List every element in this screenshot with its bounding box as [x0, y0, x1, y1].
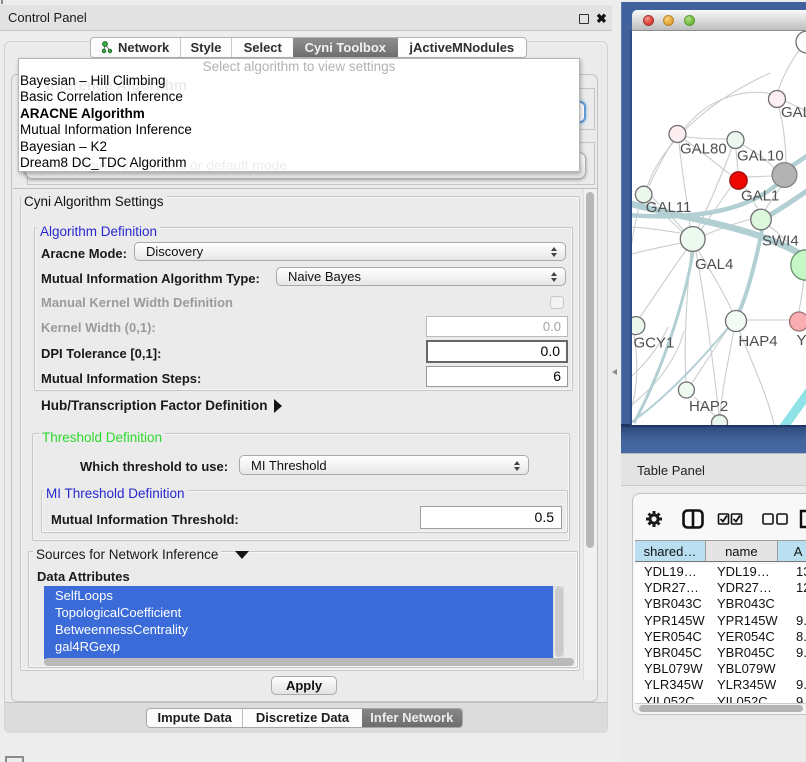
svg-text:Y: Y — [797, 332, 806, 349]
svg-text:HAP2: HAP2 — [689, 398, 728, 415]
svg-text:GAL1: GAL1 — [741, 188, 779, 205]
svg-text:SWI4: SWI4 — [762, 232, 799, 249]
svg-text:GAL11: GAL11 — [646, 199, 692, 216]
svg-text:HAP4: HAP4 — [738, 333, 777, 350]
svg-text:GAL2: GAL2 — [781, 104, 806, 121]
svg-text:GAL10: GAL10 — [737, 148, 784, 165]
svg-text:GAL4: GAL4 — [695, 256, 733, 273]
svg-text:GCY1: GCY1 — [634, 335, 675, 352]
svg-text:GAL80: GAL80 — [680, 141, 727, 158]
